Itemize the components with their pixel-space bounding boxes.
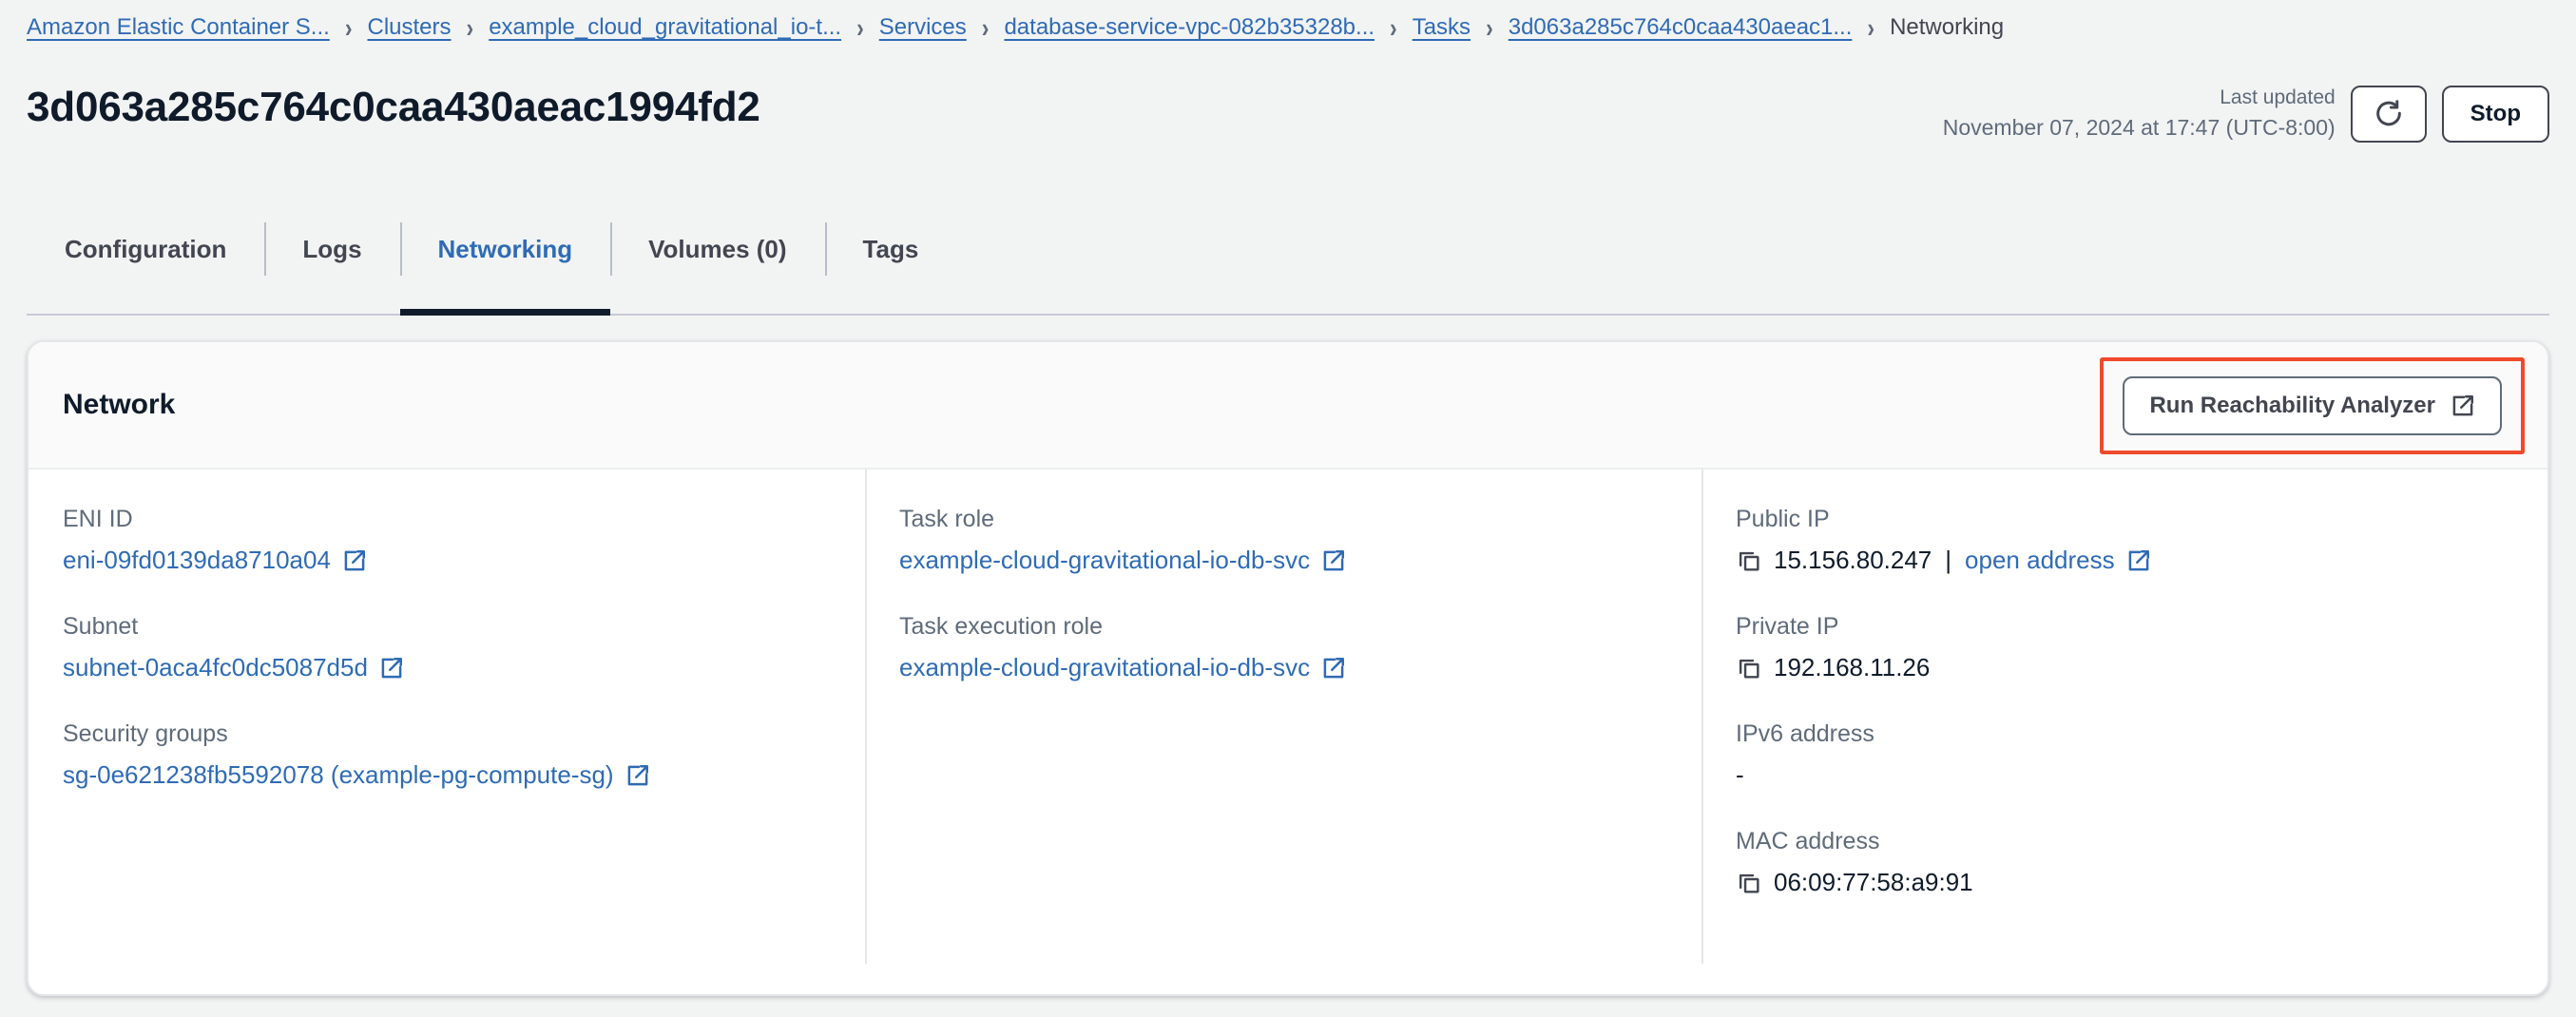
breadcrumb-item-clusters[interactable]: Clusters — [367, 14, 451, 41]
run-reachability-analyzer-button[interactable]: Run Reachability Analyzer — [2123, 376, 2502, 435]
field-value: 15.156.80.247 | open address — [1736, 546, 2513, 575]
breadcrumb-item-amazon-ecs[interactable]: Amazon Elastic Container S... — [27, 14, 330, 41]
last-updated-label: Last updated — [1943, 84, 2336, 112]
field-label: ENI ID — [63, 506, 831, 533]
header-actions: Last updated November 07, 2024 at 17:47 … — [1943, 84, 2549, 144]
network-column-middle: Task role example-cloud-gravitational-io… — [865, 470, 1701, 994]
field-task-role: Task role example-cloud-gravitational-io… — [899, 506, 1667, 575]
external-link-icon — [2451, 393, 2475, 418]
field-value: 192.168.11.26 — [1736, 653, 2513, 682]
eni-id-text: eni-09fd0139da8710a04 — [63, 546, 331, 575]
field-label: IPv6 address — [1736, 720, 2513, 748]
field-public-ip: Public IP 15.156.80.247 | open address — [1736, 506, 2513, 575]
tab-bar: Configuration Logs Networking Volumes (0… — [27, 211, 2549, 316]
field-value: example-cloud-gravitational-io-db-svc — [899, 546, 1667, 575]
last-updated-value: November 07, 2024 at 17:47 (UTC-8:00) — [1943, 112, 2336, 144]
page-title: 3d063a285c764c0caa430aeac1994fd2 — [27, 84, 760, 131]
breadcrumb-separator-icon: › — [856, 11, 864, 44]
tab-volumes[interactable]: Volumes (0) — [610, 211, 824, 287]
breadcrumb-item-tasks[interactable]: Tasks — [1413, 14, 1471, 41]
run-reachability-analyzer-label: Run Reachability Analyzer — [2149, 393, 2435, 419]
network-column-right: Public IP 15.156.80.247 | open address — [1701, 470, 2547, 994]
field-value: eni-09fd0139da8710a04 — [63, 546, 831, 575]
field-label: Subnet — [63, 613, 831, 641]
field-value: subnet-0aca4fc0dc5087d5d — [63, 653, 831, 682]
last-updated: Last updated November 07, 2024 at 17:47 … — [1943, 84, 2336, 144]
breadcrumb-separator-icon: › — [982, 11, 990, 44]
field-label: Private IP — [1736, 613, 2513, 641]
external-link-icon — [342, 548, 367, 573]
breadcrumb-item-task-id[interactable]: 3d063a285c764c0caa430aeac1... — [1509, 14, 1853, 41]
network-card-body: ENI ID eni-09fd0139da8710a04 — [29, 470, 2547, 994]
open-address-link[interactable]: open address — [1965, 546, 2151, 575]
copy-icon[interactable] — [1736, 655, 1762, 681]
tab-configuration[interactable]: Configuration — [27, 211, 264, 287]
field-label: Public IP — [1736, 506, 2513, 533]
private-ip-value: 192.168.11.26 — [1774, 653, 1930, 682]
field-label: MAC address — [1736, 828, 2513, 855]
breadcrumb-item-networking: Networking — [1890, 14, 2004, 41]
breadcrumb-item-services[interactable]: Services — [879, 14, 967, 41]
task-role-link[interactable]: example-cloud-gravitational-io-db-svc — [899, 546, 1346, 575]
security-group-link[interactable]: sg-0e621238fb5592078 (example-pg-compute… — [63, 760, 650, 790]
breadcrumb-separator-icon: › — [1867, 11, 1874, 44]
external-link-icon — [2126, 548, 2151, 573]
mac-address-value: 06:09:77:58:a9:91 — [1774, 868, 1973, 897]
subnet-link[interactable]: subnet-0aca4fc0dc5087d5d — [63, 653, 404, 682]
field-ipv6-address: IPv6 address - — [1736, 720, 2513, 790]
field-value: example-cloud-gravitational-io-db-svc — [899, 653, 1667, 682]
breadcrumb-separator-icon: › — [1486, 11, 1493, 44]
page-root: Amazon Elastic Container S... › Clusters… — [0, 0, 2576, 1017]
value-separator: | — [1945, 546, 1951, 575]
field-label: Task execution role — [899, 613, 1667, 641]
public-ip-value: 15.156.80.247 — [1774, 546, 1932, 575]
field-label: Task role — [899, 506, 1667, 533]
task-execution-role-link[interactable]: example-cloud-gravitational-io-db-svc — [899, 653, 1346, 682]
task-role-text: example-cloud-gravitational-io-db-svc — [899, 546, 1310, 575]
tab-tags[interactable]: Tags — [825, 211, 957, 287]
external-link-icon — [1321, 548, 1346, 573]
ipv6-address-value: - — [1736, 760, 1744, 790]
breadcrumb-separator-icon: › — [467, 11, 474, 44]
field-private-ip: Private IP 192.168.11.26 — [1736, 613, 2513, 682]
network-card-header: Network Run Reachability Analyzer — [29, 342, 2547, 470]
field-mac-address: MAC address 06:09:77:58:a9:91 — [1736, 828, 2513, 897]
network-column-left: ENI ID eni-09fd0139da8710a04 — [29, 470, 865, 994]
tab-networking[interactable]: Networking — [400, 211, 611, 287]
field-task-execution-role: Task execution role example-cloud-gravit… — [899, 613, 1667, 682]
network-card: Network Run Reachability Analyzer — [27, 340, 2549, 996]
field-label: Security groups — [63, 720, 831, 748]
external-link-icon — [625, 763, 650, 788]
field-value: - — [1736, 760, 2513, 790]
breadcrumb: Amazon Elastic Container S... › Clusters… — [27, 11, 2004, 44]
subnet-text: subnet-0aca4fc0dc5087d5d — [63, 653, 368, 682]
external-link-icon — [379, 656, 404, 681]
stop-button[interactable]: Stop — [2442, 86, 2549, 143]
open-address-label: open address — [1965, 546, 2115, 575]
copy-icon[interactable] — [1736, 870, 1762, 896]
network-card-title: Network — [63, 389, 175, 421]
eni-id-link[interactable]: eni-09fd0139da8710a04 — [63, 546, 367, 575]
field-value: 06:09:77:58:a9:91 — [1736, 868, 2513, 897]
reachability-analyzer-highlight: Run Reachability Analyzer — [2100, 357, 2525, 454]
task-execution-role-text: example-cloud-gravitational-io-db-svc — [899, 653, 1310, 682]
security-group-text: sg-0e621238fb5592078 (example-pg-compute… — [63, 760, 614, 790]
tab-logs[interactable]: Logs — [264, 211, 399, 287]
field-eni-id: ENI ID eni-09fd0139da8710a04 — [63, 506, 831, 575]
breadcrumb-item-service-name[interactable]: database-service-vpc-082b35328b... — [1004, 14, 1375, 41]
refresh-button[interactable] — [2351, 86, 2427, 143]
field-value: sg-0e621238fb5592078 (example-pg-compute… — [63, 760, 831, 790]
breadcrumb-separator-icon: › — [345, 11, 353, 44]
field-subnet: Subnet subnet-0aca4fc0dc5087d5d — [63, 613, 831, 682]
copy-icon[interactable] — [1736, 547, 1762, 574]
breadcrumb-separator-icon: › — [1390, 11, 1397, 44]
field-security-groups: Security groups sg-0e621238fb5592078 (ex… — [63, 720, 831, 790]
external-link-icon — [1321, 656, 1346, 681]
refresh-icon — [2373, 98, 2405, 130]
breadcrumb-item-cluster-name[interactable]: example_cloud_gravitational_io-t... — [489, 14, 841, 41]
